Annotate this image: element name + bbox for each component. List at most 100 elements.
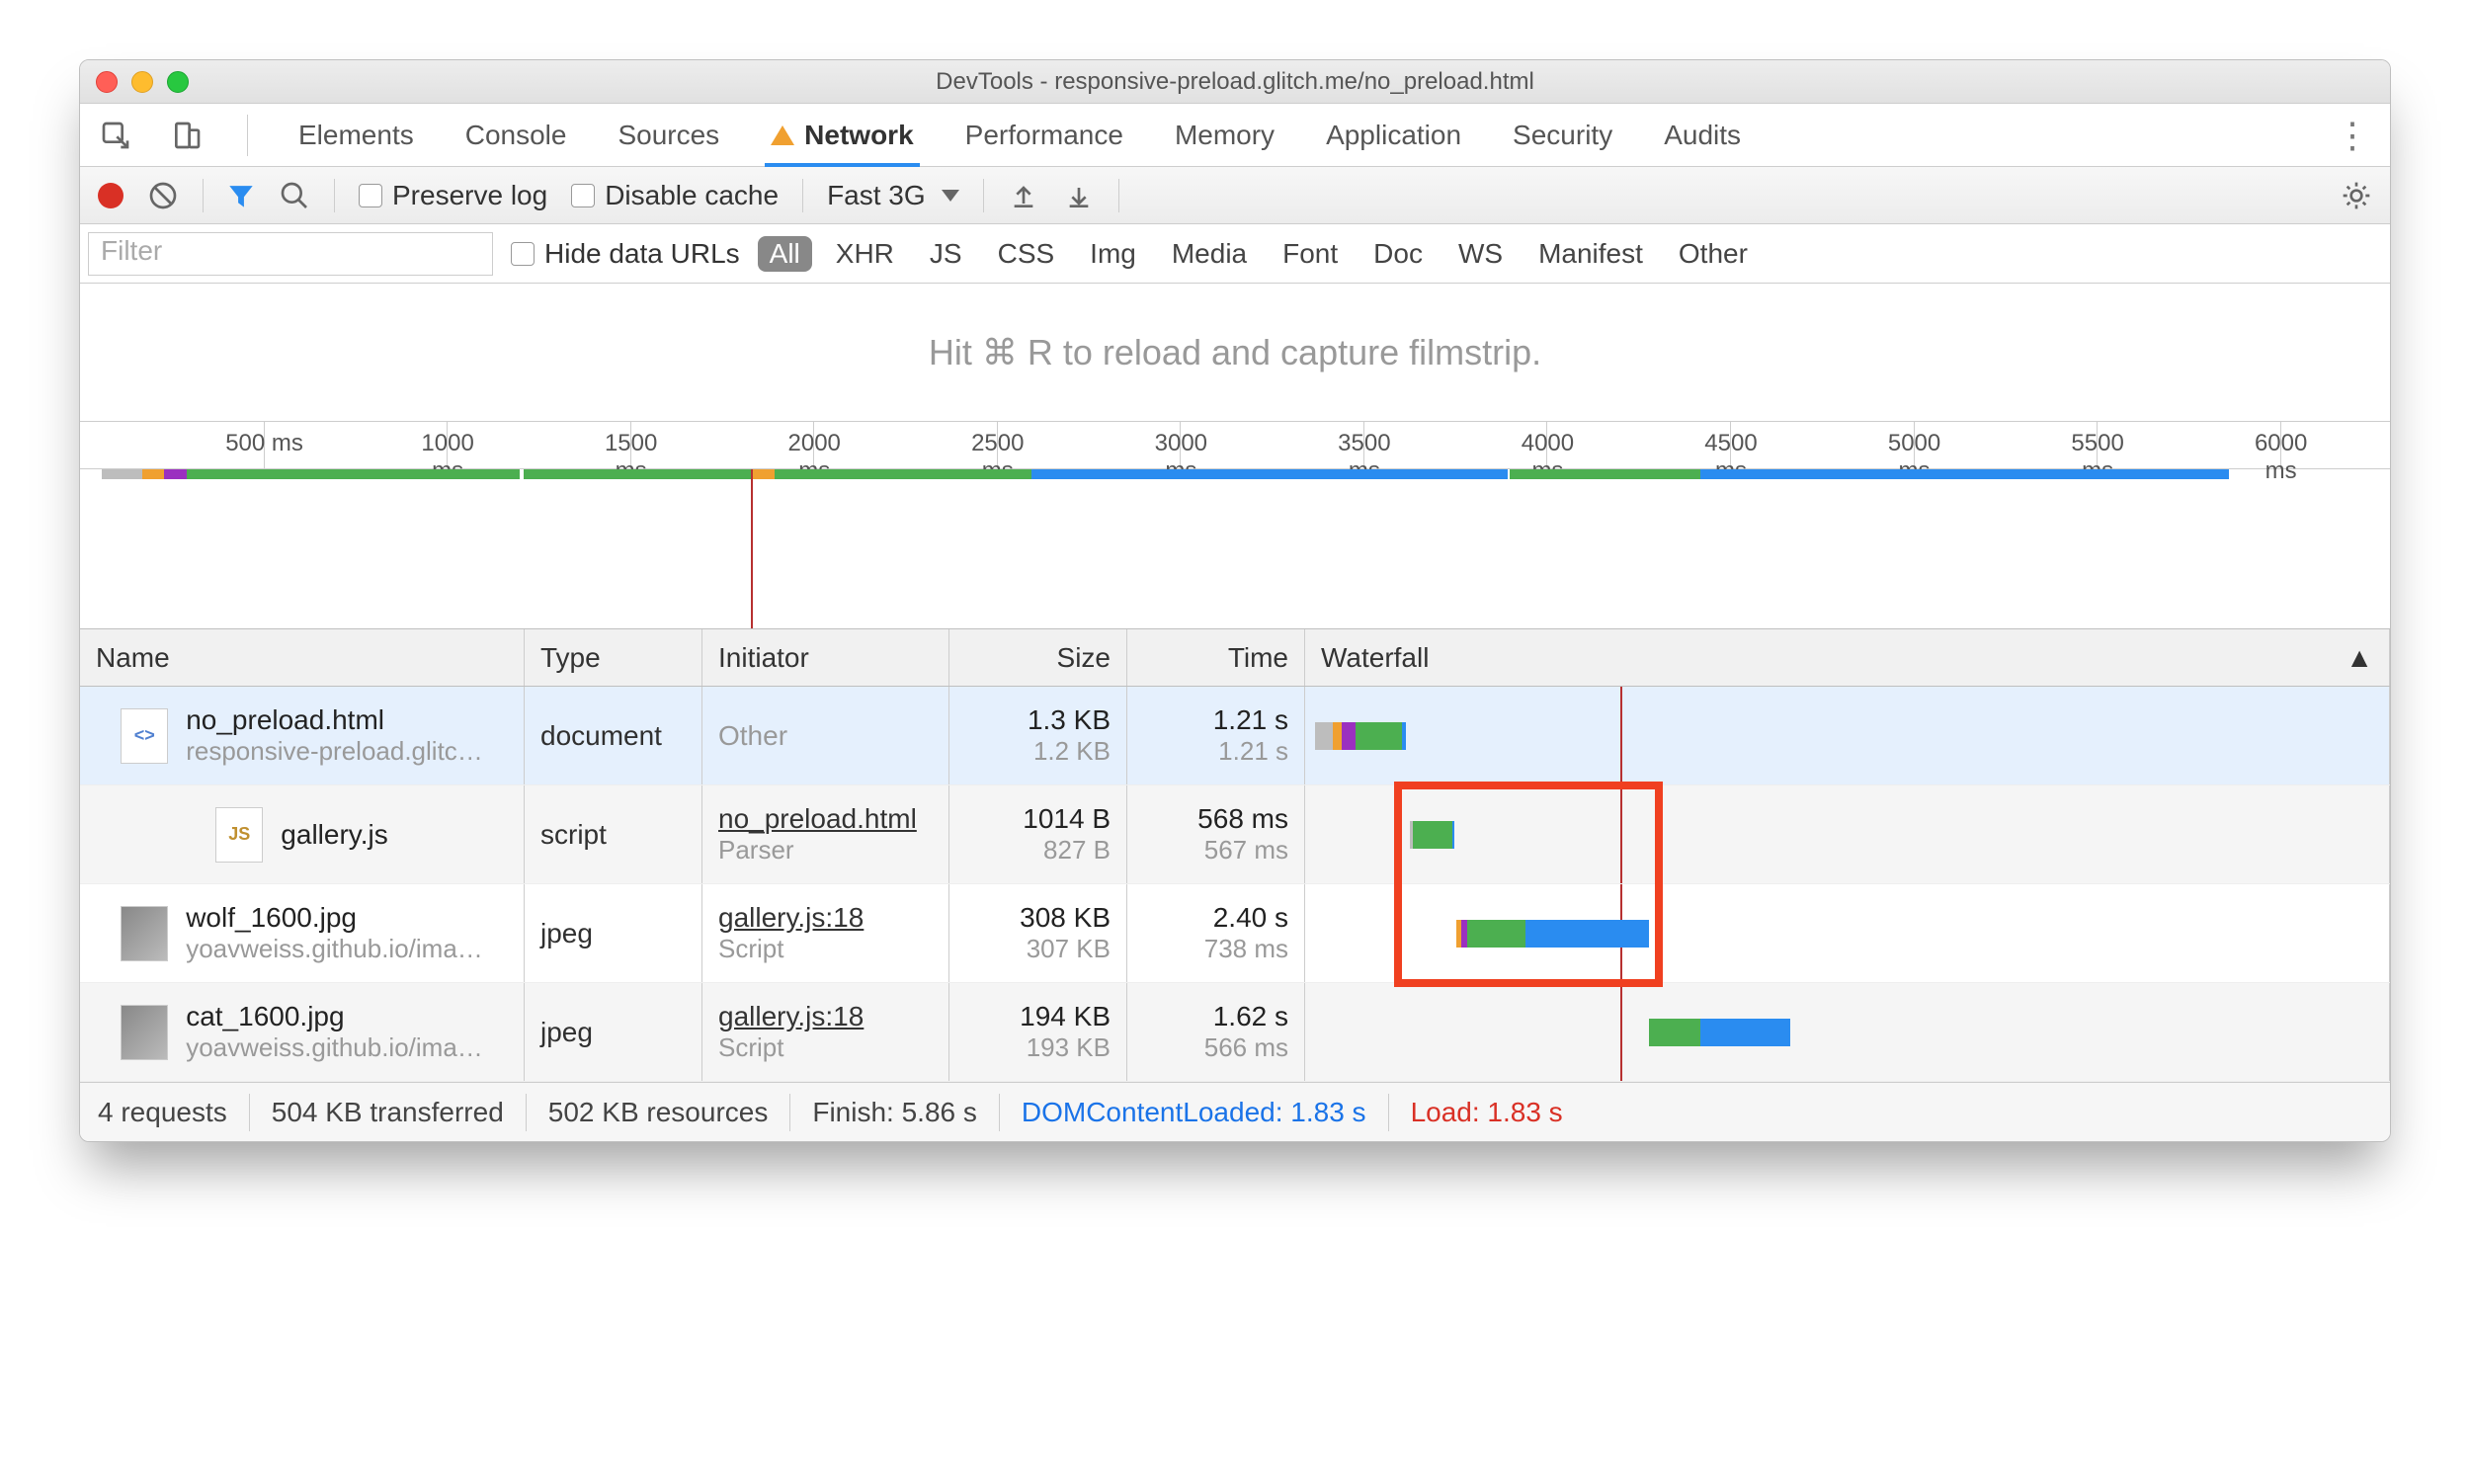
hide-data-urls-checkbox[interactable]: Hide data URLs xyxy=(511,238,740,270)
devtools-window: DevTools - responsive-preload.glitch.me/… xyxy=(79,59,2391,1142)
cell-size: 308 KB307 KB xyxy=(949,884,1127,982)
timeline-ruler: 500 ms1000 ms1500 ms2000 ms2500 ms3000 m… xyxy=(80,422,2390,469)
cell-waterfall[interactable] xyxy=(1305,884,2390,982)
type-filter-doc[interactable]: Doc xyxy=(1361,236,1435,272)
throttling-select[interactable]: Fast 3G xyxy=(827,180,959,211)
summary-requests: 4 requests xyxy=(98,1097,227,1128)
type-filter-xhr[interactable]: XHR xyxy=(824,236,906,272)
type-filter-css[interactable]: CSS xyxy=(986,236,1067,272)
tab-audits[interactable]: Audits xyxy=(1658,104,1747,166)
request-name: gallery.js xyxy=(281,819,387,851)
cell-type: document xyxy=(525,687,702,784)
table-row[interactable]: <>no_preload.htmlresponsive-preload.glit… xyxy=(80,687,2390,785)
cell-size: 1.3 KB1.2 KB xyxy=(949,687,1127,784)
cell-waterfall[interactable] xyxy=(1305,785,2390,883)
tab-performance[interactable]: Performance xyxy=(959,104,1129,166)
type-filter-all[interactable]: All xyxy=(758,236,812,272)
chevron-down-icon xyxy=(942,190,959,202)
dcl-marker xyxy=(1620,785,1622,883)
type-filter-ws[interactable]: WS xyxy=(1446,236,1515,272)
waterfall-segment xyxy=(1649,1019,1700,1046)
initiator-link[interactable]: gallery.js:18 xyxy=(718,1001,933,1032)
col-size[interactable]: Size xyxy=(949,629,1127,686)
overview-segment xyxy=(524,469,751,479)
disable-cache-label: Disable cache xyxy=(605,180,779,211)
col-time[interactable]: Time xyxy=(1127,629,1305,686)
checkbox-box xyxy=(511,242,535,266)
upload-har-icon[interactable] xyxy=(1008,180,1039,211)
initiator-link[interactable]: no_preload.html xyxy=(718,803,933,835)
cell-name[interactable]: <>no_preload.htmlresponsive-preload.glit… xyxy=(80,687,525,784)
inspect-element-icon[interactable] xyxy=(100,120,131,151)
overview-bars xyxy=(80,469,2390,487)
col-name[interactable]: Name xyxy=(80,629,525,686)
filter-input[interactable]: Filter xyxy=(88,232,493,276)
waterfall-segment xyxy=(1315,722,1332,750)
dcl-marker xyxy=(1620,983,1622,1081)
ruler-tick: 500 ms xyxy=(264,422,265,468)
cell-waterfall[interactable] xyxy=(1305,983,2390,1081)
preserve-log-checkbox[interactable]: Preserve log xyxy=(359,180,547,211)
tab-security[interactable]: Security xyxy=(1507,104,1618,166)
table-row[interactable]: JSgallery.jsscriptno_preload.htmlParser1… xyxy=(80,785,2390,884)
overview-segment xyxy=(164,469,186,479)
overview-segment xyxy=(1700,469,2228,479)
filter-icon[interactable] xyxy=(227,182,255,209)
type-filter-js[interactable]: JS xyxy=(918,236,974,272)
search-icon[interactable] xyxy=(279,180,310,211)
download-har-icon[interactable] xyxy=(1063,180,1095,211)
dcl-marker xyxy=(751,469,753,628)
table-row[interactable]: cat_1600.jpgyoavweiss.github.io/ima…jpeg… xyxy=(80,983,2390,1082)
separator xyxy=(802,179,803,212)
type-filter-media[interactable]: Media xyxy=(1160,236,1259,272)
file-type-icon xyxy=(121,1005,168,1060)
tab-elements[interactable]: Elements xyxy=(292,104,420,166)
col-type[interactable]: Type xyxy=(525,629,702,686)
titlebar: DevTools - responsive-preload.glitch.me/… xyxy=(80,60,2390,104)
ruler-tick: 1000 ms xyxy=(447,422,448,468)
ruler-tick: 4500 ms xyxy=(1730,422,1731,468)
cell-name[interactable]: cat_1600.jpgyoavweiss.github.io/ima… xyxy=(80,983,525,1081)
type-filter-img[interactable]: Img xyxy=(1078,236,1148,272)
summary-dcl: DOMContentLoaded: 1.83 s xyxy=(1022,1097,1366,1128)
type-filter-font[interactable]: Font xyxy=(1271,236,1350,272)
timeline-overview[interactable]: 500 ms1000 ms1500 ms2000 ms2500 ms3000 m… xyxy=(80,422,2390,629)
type-filter-other[interactable]: Other xyxy=(1667,236,1760,272)
table-row[interactable]: wolf_1600.jpgyoavweiss.github.io/ima…jpe… xyxy=(80,884,2390,983)
ruler-tick: 6000 ms xyxy=(2280,422,2281,468)
ruler-tick: 2000 ms xyxy=(813,422,814,468)
request-host: responsive-preload.glitc… xyxy=(186,736,483,767)
waterfall-segment xyxy=(1356,722,1402,750)
tab-application[interactable]: Application xyxy=(1320,104,1467,166)
filmstrip-hint: Hit ⌘ R to reload and capture filmstrip. xyxy=(929,332,1541,373)
record-button[interactable] xyxy=(98,183,124,208)
disable-cache-checkbox[interactable]: Disable cache xyxy=(571,180,779,211)
tab-console[interactable]: Console xyxy=(459,104,573,166)
tab-network[interactable]: Network xyxy=(765,104,919,166)
dcl-marker xyxy=(1620,687,1622,784)
waterfall-segment xyxy=(1413,821,1452,849)
file-type-icon: JS xyxy=(215,807,263,863)
cell-initiator: gallery.js:18Script xyxy=(702,884,949,982)
device-toolbar-icon[interactable] xyxy=(171,120,203,151)
initiator-link[interactable]: gallery.js:18 xyxy=(718,902,933,934)
col-initiator[interactable]: Initiator xyxy=(702,629,949,686)
cell-waterfall[interactable] xyxy=(1305,687,2390,784)
waterfall-segment xyxy=(1402,722,1405,750)
tab-sources[interactable]: Sources xyxy=(612,104,725,166)
cell-name[interactable]: wolf_1600.jpgyoavweiss.github.io/ima… xyxy=(80,884,525,982)
settings-icon[interactable] xyxy=(2341,180,2372,211)
ruler-tick: 3500 ms xyxy=(1363,422,1364,468)
col-waterfall[interactable]: Waterfall ▲ xyxy=(1305,629,2390,686)
separator xyxy=(203,179,204,212)
type-filter-manifest[interactable]: Manifest xyxy=(1526,236,1655,272)
separator xyxy=(983,179,984,212)
clear-icon[interactable] xyxy=(147,180,179,211)
cell-name[interactable]: JS gallery.js xyxy=(80,785,525,883)
tab-memory[interactable]: Memory xyxy=(1169,104,1280,166)
filmstrip-area[interactable]: Hit ⌘ R to reload and capture filmstrip. xyxy=(80,284,2390,422)
request-name: cat_1600.jpg xyxy=(186,1001,483,1032)
separator xyxy=(1118,179,1119,212)
ruler-tick: 5500 ms xyxy=(2097,422,2098,468)
more-options-icon[interactable]: ⋮ xyxy=(2335,115,2370,156)
